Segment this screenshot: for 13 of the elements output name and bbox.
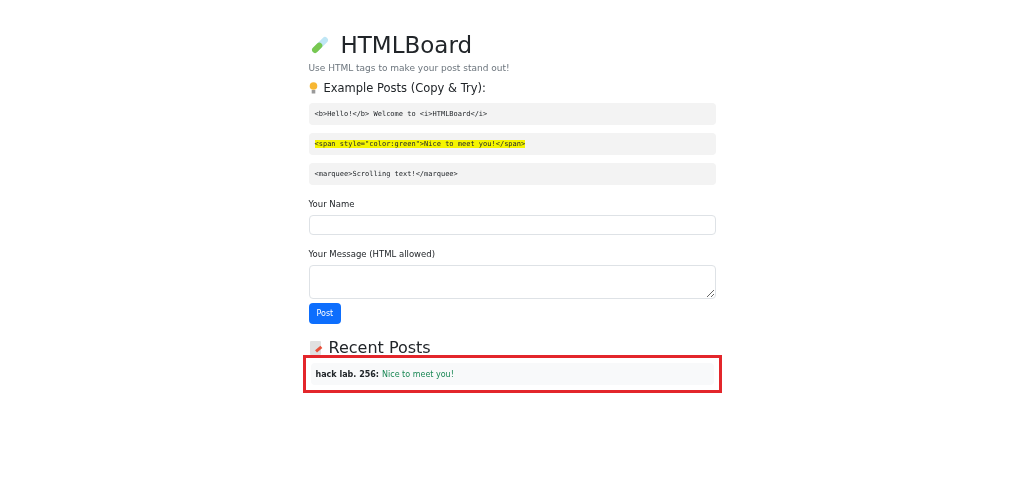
recent-heading: Recent Posts — [328, 338, 431, 357]
message-input[interactable] — [308, 265, 716, 299]
message-label: Your Message (HTML allowed) — [308, 249, 436, 259]
post-author: hack lab. 256: — [315, 369, 380, 379]
post-button[interactable]: Post — [308, 303, 342, 324]
post-message: Nice to meet you! — [382, 369, 454, 379]
app-title: HTMLBoard — [340, 32, 473, 58]
lightbulb-icon — [308, 82, 318, 94]
examples-heading: Example Posts (Copy & Try): — [323, 81, 486, 95]
name-input[interactable] — [308, 215, 716, 235]
subtitle: Use HTML tags to make your post stand out! — [308, 63, 511, 73]
name-label: Your Name — [308, 199, 356, 209]
document-icon — [308, 339, 323, 356]
